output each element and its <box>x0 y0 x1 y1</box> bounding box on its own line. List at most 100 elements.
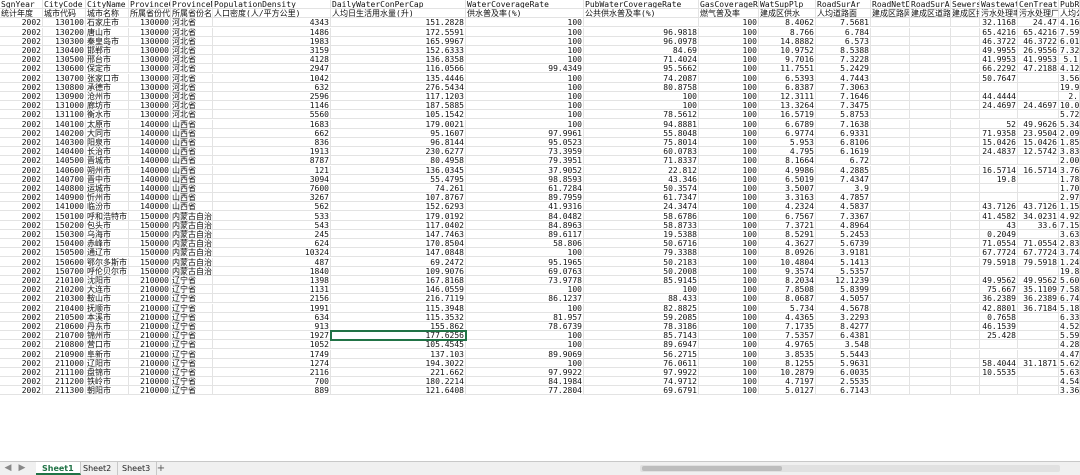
cell-center[interactable] <box>1018 184 1059 193</box>
cell-pubw[interactable]: PubWaterCoverageRate <box>584 0 699 9</box>
cell-road[interactable]: 5.5357 <box>816 266 871 276</box>
cell-gas[interactable]: 100 <box>699 110 759 120</box>
cell-sewers[interactable] <box>951 368 980 377</box>
cell-year[interactable]: 2002 <box>0 230 43 239</box>
cell-watsup[interactable]: 4.9765 <box>759 340 816 350</box>
cell-density[interactable]: 3094 <box>213 174 331 184</box>
cell-density[interactable]: 人口密度(人/平方公里) <box>213 9 331 19</box>
cell-wcov[interactable]: 58.806 <box>466 239 584 249</box>
cell-year[interactable]: 2002 <box>0 266 43 276</box>
cell-watsup[interactable]: 11.7551 <box>759 64 816 74</box>
cell-watsup[interactable]: 4.7197 <box>759 377 816 387</box>
cell-year[interactable]: 2002 <box>0 220 43 230</box>
cell-name[interactable]: 通辽市 <box>86 248 129 258</box>
cell-code[interactable]: 150200 <box>43 220 86 230</box>
cell-pcode[interactable]: 210000 <box>129 303 171 313</box>
cell-density[interactable]: 8787 <box>213 156 331 166</box>
cell-road[interactable]: 12.1239 <box>816 276 871 285</box>
cell-name[interactable]: 本溪市 <box>86 312 129 322</box>
cell-sewers[interactable] <box>951 18 980 28</box>
cell-year[interactable]: 2002 <box>0 312 43 322</box>
cell-roadsur[interactable] <box>910 276 951 285</box>
cell-center[interactable] <box>1018 312 1059 322</box>
cell-density[interactable]: 662 <box>213 128 331 138</box>
cell-year[interactable]: 2002 <box>0 322 43 331</box>
cell-roadsur[interactable] <box>910 73 951 83</box>
cell-pubw[interactable]: 公共供水普及率(%) <box>584 9 699 19</box>
cell-year[interactable]: 2002 <box>0 174 43 184</box>
cell-roadnet[interactable] <box>871 138 910 147</box>
cell-center[interactable]: 12.5742 <box>1018 147 1059 157</box>
cell-pname[interactable]: 山西省 <box>171 147 213 157</box>
cell-wcov[interactable]: 100 <box>466 36 584 46</box>
cell-wcov[interactable]: 77.2804 <box>466 386 584 396</box>
cell-pubrec[interactable]: 4.126 <box>1059 64 1080 74</box>
cell-pcode[interactable]: 150000 <box>129 257 171 267</box>
cell-roadsur[interactable] <box>910 27 951 37</box>
cell-waste[interactable]: 16.5714 <box>980 165 1018 175</box>
cell-watsup[interactable]: 7.1735 <box>759 322 816 331</box>
cell-pubw[interactable]: 56.2715 <box>584 349 699 359</box>
cell-watsup[interactable]: 10.2879 <box>759 368 816 377</box>
cell-name[interactable]: 大连市 <box>86 285 129 295</box>
cell-roadnet[interactable] <box>871 73 910 83</box>
cell-watsup[interactable]: 4.9986 <box>759 165 816 175</box>
add-sheet-icon[interactable]: + <box>155 462 167 475</box>
cell-pname[interactable]: 河北省 <box>171 82 213 92</box>
cell-watsup[interactable]: 5.953 <box>759 138 816 147</box>
selected-cell[interactable]: 177.6256 <box>330 330 467 342</box>
cell-watsup[interactable]: 8.5291 <box>759 230 816 239</box>
cell-year[interactable]: 2002 <box>0 55 43 65</box>
cell-name[interactable]: 大同市 <box>86 128 129 138</box>
cell-roadsur[interactable] <box>910 331 951 341</box>
cell-roadnet[interactable] <box>871 92 910 101</box>
tab-sheet3[interactable]: Sheet3 <box>116 462 158 475</box>
cell-pname[interactable]: 河北省 <box>171 92 213 101</box>
cell-density[interactable]: 913 <box>213 322 331 331</box>
cell-density[interactable]: 562 <box>213 202 331 212</box>
cell-road[interactable]: 6.573 <box>816 36 871 46</box>
cell-code[interactable]: 140100 <box>43 119 86 129</box>
cell-gas[interactable]: 100 <box>699 303 759 313</box>
cell-water[interactable]: 117.0402 <box>331 220 466 230</box>
cell-density[interactable]: 1683 <box>213 119 331 129</box>
cell-road[interactable]: 7.4347 <box>816 174 871 184</box>
cell-watsup[interactable]: 8.766 <box>759 27 816 37</box>
cell-roadsur[interactable]: 建成区道路 <box>910 9 951 19</box>
cell-pubrec[interactable]: 7.321 <box>1059 46 1080 55</box>
cell-wcov[interactable]: 84.8963 <box>466 220 584 230</box>
cell-center[interactable]: 33.6 <box>1018 220 1059 230</box>
cell-roadnet[interactable]: 建成区路网 <box>871 9 910 19</box>
cell-density[interactable]: 10324 <box>213 248 331 258</box>
cell-pubw[interactable]: 80.8758 <box>584 82 699 92</box>
cell-pname[interactable]: 内蒙古自治区 <box>171 257 213 267</box>
cell-center[interactable]: 47.2188 <box>1018 64 1059 74</box>
cell-center[interactable]: 23.9504 <box>1018 128 1059 138</box>
cell-watsup[interactable]: 5.734 <box>759 303 816 313</box>
cell-roadnet[interactable] <box>871 36 910 46</box>
cell-waste[interactable] <box>980 266 1018 276</box>
cell-pubw[interactable]: 89.6947 <box>584 340 699 350</box>
cell-center[interactable]: 65.4216 <box>1018 27 1059 37</box>
cell-pname[interactable]: 河北省 <box>171 27 213 37</box>
cell-code[interactable]: 210900 <box>43 349 86 359</box>
cell-year[interactable]: 2002 <box>0 147 43 157</box>
cell-water[interactable]: 180.2214 <box>331 377 466 387</box>
cell-pcode[interactable]: 140000 <box>129 174 171 184</box>
cell-roadnet[interactable] <box>871 285 910 295</box>
cell-pcode[interactable]: 210000 <box>129 340 171 350</box>
cell-sewers[interactable] <box>951 230 980 239</box>
cell-sewers[interactable] <box>951 193 980 203</box>
cell-wcov[interactable]: 100 <box>466 358 584 368</box>
cell-code[interactable]: 城市代码 <box>43 9 86 19</box>
cell-road[interactable]: 5.6739 <box>816 239 871 249</box>
cell-waste[interactable] <box>980 377 1018 387</box>
cell-road[interactable]: 6.9331 <box>816 128 871 138</box>
cell-gas[interactable]: 100 <box>699 358 759 368</box>
cell-water[interactable]: 105.1542 <box>331 110 466 120</box>
cell-gas[interactable]: 100 <box>699 18 759 28</box>
cell-gas[interactable]: 100 <box>699 349 759 359</box>
cell-watsup[interactable]: 8.2034 <box>759 276 816 285</box>
cell-center[interactable] <box>1018 340 1059 350</box>
cell-road[interactable]: 5.8753 <box>816 110 871 120</box>
